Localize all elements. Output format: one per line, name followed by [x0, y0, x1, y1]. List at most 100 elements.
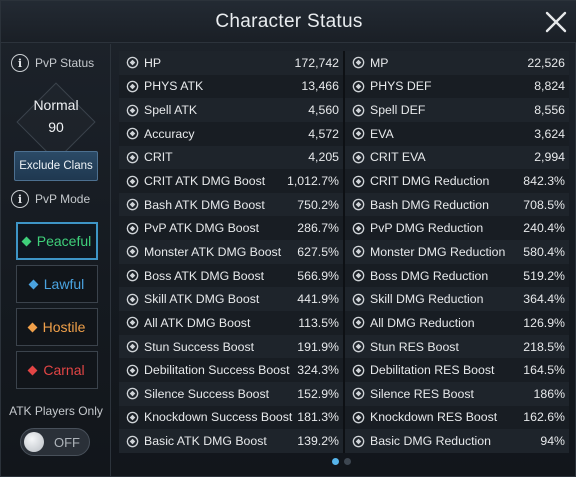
stat-value: 22,526 [527, 55, 565, 70]
stat-row: All DMG Reduction 126.9% [345, 311, 569, 335]
stat-value: 519.2% [523, 268, 565, 283]
stat-row: Spell ATK 4,560 [119, 98, 343, 122]
mode-peaceful-button[interactable]: Peaceful [16, 222, 98, 260]
stun-res-icon [349, 338, 367, 356]
stat-value: 152.9% [297, 386, 339, 401]
stat-row: Stun Success Boost 191.9% [119, 334, 343, 359]
stat-row: Skill DMG Reduction 364.4% [345, 287, 569, 312]
stat-label: EVA [370, 126, 394, 141]
exclude-clans-button[interactable]: Exclude Clans [14, 151, 98, 181]
stat-label: Spell ATK [144, 103, 198, 118]
claw-icon [123, 148, 141, 166]
toggle-knob [24, 432, 44, 452]
stat-value: 186% [533, 386, 565, 401]
mode-carnal-button[interactable]: Carnal [16, 351, 98, 389]
all-reduction-icon [349, 314, 367, 332]
stat-label: PvP DMG Reduction [370, 221, 484, 236]
stat-row: PHYS ATK 13,466 [119, 74, 343, 99]
stat-value: 1,012.7% [287, 174, 339, 189]
info-icon[interactable]: i [11, 54, 29, 72]
monster-reduction-icon [349, 243, 367, 261]
crossed-swords-icon [123, 432, 141, 450]
stat-row: Knockdown RES Boost 162.6% [345, 405, 569, 430]
mode-lawful-button[interactable]: Lawful [16, 265, 98, 303]
eva-icon [349, 125, 367, 143]
stat-value: 8,824 [534, 79, 565, 94]
diamond-gem-icon [28, 279, 39, 289]
stat-row: All ATK DMG Boost 113.5% [119, 311, 343, 335]
stat-label: CRIT ATK DMG Boost [144, 174, 266, 189]
stat-row: CRIT DMG Reduction 842.3% [345, 169, 569, 193]
stat-label: PHYS ATK [144, 79, 204, 94]
mode-label: Carnal [43, 362, 85, 378]
info-icon[interactable]: i [11, 190, 29, 208]
stat-value: 324.3% [297, 363, 339, 378]
debilitation-res-icon [349, 361, 367, 379]
stat-row: Spell DEF 8,556 [345, 98, 569, 122]
stun-icon [123, 338, 141, 356]
close-button[interactable] [544, 10, 568, 34]
knockdown-res-icon [349, 408, 367, 426]
stat-value: 172,742 [294, 55, 339, 70]
sword-icon [123, 77, 141, 95]
mode-hostile-button[interactable]: Hostile [16, 308, 98, 346]
stat-row: Basic ATK DMG Boost 139.2% [119, 429, 343, 453]
stat-label: All ATK DMG Boost [144, 315, 251, 330]
pvp-mode-header: i PvP Mode [11, 189, 90, 209]
stat-row: Basic DMG Reduction 94% [345, 429, 569, 453]
stat-row: Monster ATK DMG Boost 627.5% [119, 240, 343, 264]
stat-label: CRIT DMG Reduction [370, 174, 490, 189]
window-title: Character Status [215, 11, 363, 32]
bash-icon [123, 196, 141, 214]
stat-value: 4,560 [308, 103, 339, 118]
knockdown-icon [123, 408, 141, 426]
page-dot[interactable] [344, 458, 351, 465]
stat-value: 441.9% [297, 292, 339, 307]
stat-value: 113.5% [298, 315, 339, 330]
stat-value: 94% [540, 434, 565, 449]
target-icon [123, 125, 141, 143]
stat-label: Accuracy [144, 126, 195, 141]
character-status-window: Character Status i PvP Status Normal 90 … [0, 0, 576, 477]
stat-label: HP [144, 55, 162, 70]
stat-row: MP 22,526 [345, 51, 569, 75]
stat-value: 126.9% [523, 315, 565, 330]
stat-label: Stun RES Boost [370, 339, 459, 354]
stat-label: PHYS DEF [370, 79, 432, 94]
stat-label: Spell DEF [370, 103, 426, 118]
stat-label: Boss DMG Reduction [370, 268, 489, 283]
stat-label: Monster ATK DMG Boost [144, 244, 282, 259]
mode-label: Hostile [42, 319, 86, 335]
stat-value: 842.3% [523, 174, 565, 189]
skill-reduction-icon [349, 290, 367, 308]
stat-label: Skill ATK DMG Boost [144, 292, 260, 307]
diamond-gem-icon [27, 322, 38, 332]
stat-row: Debilitation RES Boost 164.5% [345, 358, 569, 382]
stat-value: 181.3% [297, 410, 339, 425]
dodge-icon [349, 148, 367, 166]
pvp-status-points: 90 [48, 119, 64, 135]
stat-value: 240.4% [523, 221, 565, 236]
stat-value: 13,466 [301, 79, 339, 94]
pvp-status-header: i PvP Status [11, 53, 94, 73]
stat-value: 218.5% [523, 339, 565, 354]
close-icon [545, 11, 567, 33]
spell-def-icon [349, 101, 367, 119]
stat-value: 2,994 [534, 150, 565, 165]
stat-label: CRIT [144, 150, 173, 165]
title-bar: Character Status [1, 1, 576, 43]
stat-row: Bash DMG Reduction 708.5% [345, 192, 569, 217]
sidebar: i PvP Status Normal 90 Exclude Clans i P… [1, 44, 111, 477]
stat-row: Boss ATK DMG Boost 566.9% [119, 263, 343, 288]
atk-players-only-toggle[interactable]: OFF [20, 428, 90, 456]
stat-row: Accuracy 4,572 [119, 121, 343, 146]
stat-value: 4,205 [308, 150, 339, 165]
skill-icon [123, 290, 141, 308]
stat-label: CRIT EVA [370, 150, 426, 165]
page-dot[interactable] [332, 458, 339, 465]
stat-value: 750.2% [297, 197, 339, 212]
stat-value: 4,572 [308, 126, 339, 141]
stat-value: 627.5% [297, 244, 339, 259]
stat-label: Silence RES Boost [370, 386, 474, 401]
bash-reduction-icon [349, 196, 367, 214]
